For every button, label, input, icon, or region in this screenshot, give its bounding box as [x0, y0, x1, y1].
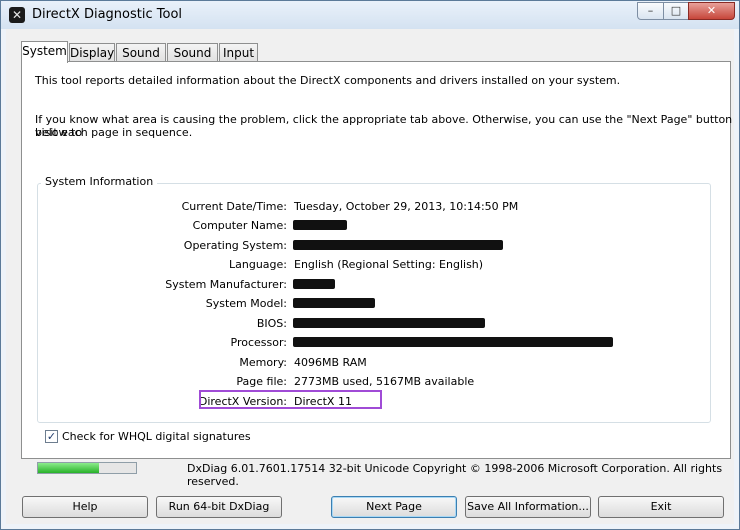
version-copyright-text: DxDiag 6.01.7601.17514 32-bit Unicode Co… [187, 462, 723, 488]
tab-system[interactable]: System [21, 41, 68, 63]
computer-name-redaction [293, 220, 347, 230]
system-manufacturer-redaction [293, 279, 335, 289]
next-page-button[interactable]: Next Page [331, 496, 457, 518]
whql-checkbox-label[interactable]: Check for WHQL digital signatures [62, 430, 251, 443]
save-all-information-button[interactable]: Save All Information... [465, 496, 591, 518]
bios-redaction [293, 318, 485, 328]
system-information-label: System Information [41, 175, 158, 188]
minimize-button[interactable]: – [637, 2, 664, 20]
language-label: Language: [229, 258, 287, 271]
title-bar[interactable]: ✕ DirectX Diagnostic Tool – □ ✕ [1, 1, 739, 29]
help-button[interactable]: Help [22, 496, 148, 518]
progress-bar-fill [38, 463, 99, 473]
progress-bar [37, 462, 137, 474]
run-64-bit-dxdiag-button[interactable]: Run 64-bit DxDiag [156, 496, 282, 518]
directx-version-highlight-box [199, 390, 382, 409]
language-value: English (Regional Setting: English) [294, 258, 484, 271]
window-title: DirectX Diagnostic Tool [32, 7, 183, 22]
processor-label: Processor: [230, 336, 288, 349]
exit-button[interactable]: Exit [598, 496, 724, 518]
dxdiag-app-icon: ✕ [9, 7, 25, 23]
current-datetime-value: Tuesday, October 29, 2013, 10:14:50 PM [294, 200, 519, 213]
instructions-text-line-2: visit each page in sequence. [35, 126, 193, 139]
tab-input[interactable]: Input [219, 43, 258, 62]
processor-redaction [293, 337, 613, 347]
memory-label: Memory: [239, 356, 287, 369]
page-file-label: Page file: [236, 375, 287, 388]
system-manufacturer-label: System Manufacturer: [165, 278, 287, 291]
intro-text: This tool reports detailed information a… [35, 74, 621, 87]
close-button[interactable]: ✕ [688, 2, 735, 20]
dxdiag-window: ✕ DirectX Diagnostic Tool – □ ✕ System D… [0, 0, 740, 530]
whql-checkbox[interactable]: ✓ [45, 430, 58, 443]
bios-label: BIOS: [256, 317, 287, 330]
memory-value: 4096MB RAM [294, 356, 367, 369]
operating-system-label: Operating System: [183, 239, 287, 252]
tab-sound-1[interactable]: Sound 1 [116, 43, 166, 78]
tab-display[interactable]: Display [69, 43, 115, 62]
system-model-redaction [293, 298, 375, 308]
tab-sound-2[interactable]: Sound 2 [167, 43, 218, 78]
maximize-button[interactable]: □ [663, 2, 689, 20]
page-file-value: 2773MB used, 5167MB available [294, 375, 475, 388]
current-datetime-label: Current Date/Time: [181, 200, 287, 213]
computer-name-label: Computer Name: [192, 219, 287, 232]
operating-system-redaction [293, 240, 503, 250]
system-model-label: System Model: [205, 297, 287, 310]
